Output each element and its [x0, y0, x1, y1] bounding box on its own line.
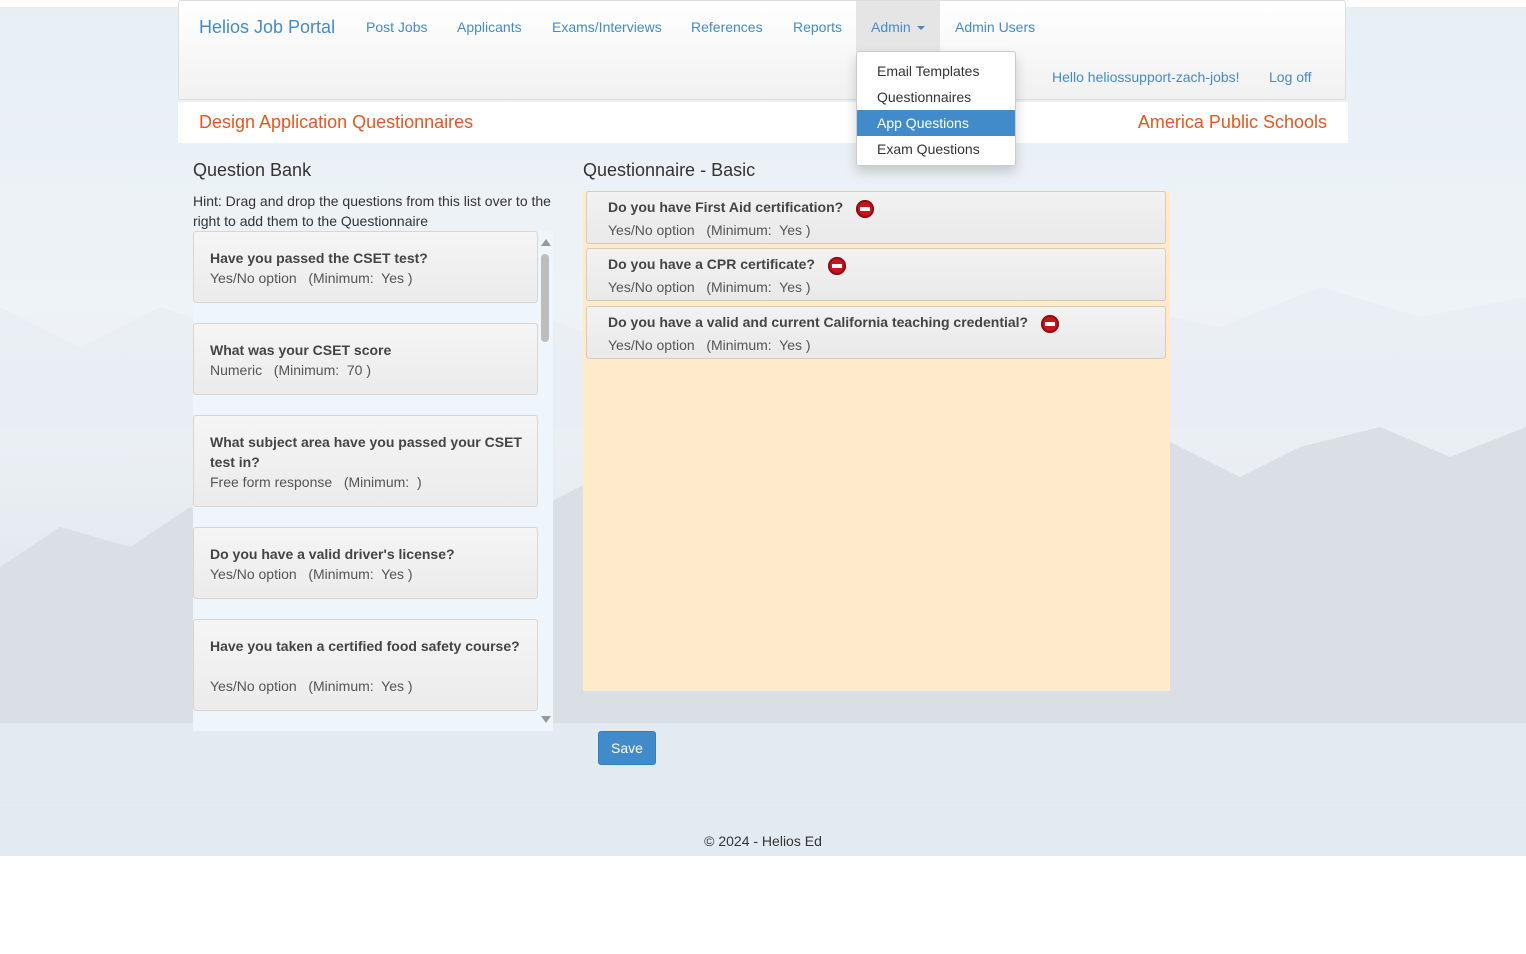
- questionnaire-heading: Questionnaire - Basic: [583, 160, 756, 180]
- question-detail: Yes/No option (Minimum: Yes ): [210, 566, 413, 582]
- page-title: Design Application Questionnaires: [199, 112, 474, 132]
- menu-item-app-questions[interactable]: App Questions: [857, 110, 1015, 136]
- question-text: What subject area have you passed your C…: [210, 434, 522, 470]
- bank-question-card[interactable]: What subject area have you passed your C…: [193, 415, 538, 507]
- logoff-link[interactable]: Log off: [1269, 69, 1312, 85]
- bank-question-card[interactable]: Do you have a valid driver's license? Ye…: [193, 527, 538, 599]
- drag-hint-text: Hint: Drag and drop the questions from t…: [193, 193, 551, 229]
- question-text: Do you have a valid driver's license?: [210, 546, 455, 562]
- question-detail: Yes/No option (Minimum: Yes ): [608, 279, 811, 295]
- question-detail: Yes/No option (Minimum: Yes ): [210, 270, 413, 286]
- page-title-bar: Design Application Questionnaires Americ…: [178, 102, 1348, 143]
- nav-admin-users[interactable]: Admin Users: [955, 19, 1035, 35]
- question-text: What was your CSET score: [210, 342, 392, 358]
- questionnaire-question-card[interactable]: Do you have First Aid certification? Yes…: [586, 191, 1166, 244]
- questionnaire-question-card[interactable]: Do you have a valid and current Californ…: [586, 306, 1166, 359]
- user-greeting-link[interactable]: Hello heliossupport-zach-jobs!: [1052, 69, 1240, 85]
- brand-link[interactable]: Helios Job Portal: [199, 17, 335, 38]
- question-text: Have you passed the CSET test?: [210, 250, 428, 266]
- question-detail: Numeric (Minimum: 70 ): [210, 362, 372, 378]
- scroll-up-arrow-icon[interactable]: [541, 239, 551, 246]
- question-text: Do you have First Aid certification?: [608, 199, 844, 215]
- footer-copyright: © 2024 - Helios Ed: [704, 833, 822, 849]
- school-name: America Public Schools: [1137, 112, 1327, 132]
- question-detail: Yes/No option (Minimum: Yes ): [608, 337, 811, 353]
- menu-item-questionnaires[interactable]: Questionnaires: [857, 84, 1015, 110]
- nav-applicants[interactable]: Applicants: [457, 19, 522, 35]
- footer-divider: [0, 805, 1526, 806]
- save-button[interactable]: Save: [598, 731, 656, 765]
- remove-question-icon[interactable]: [1041, 315, 1059, 333]
- bank-question-card[interactable]: What was your CSET score Numeric (Minimu…: [193, 323, 538, 395]
- nav-admin-dropdown-toggle[interactable]: Admin: [856, 1, 940, 52]
- bank-question-card[interactable]: Have you passed the CSET test? Yes/No op…: [193, 231, 538, 303]
- question-text: Do you have a CPR certificate?: [608, 256, 815, 272]
- nav-reports[interactable]: Reports: [793, 19, 842, 35]
- question-bank-heading: Question Bank: [193, 160, 312, 180]
- question-detail: Yes/No option (Minimum: Yes ): [210, 678, 413, 694]
- nav-admin-label: Admin: [871, 19, 911, 35]
- caret-down-icon: [917, 26, 925, 30]
- question-bank-list[interactable]: Have you passed the CSET test? Yes/No op…: [193, 231, 553, 731]
- admin-dropdown-menu: Email Templates Questionnaires App Quest…: [856, 51, 1016, 166]
- top-navbar: Helios Job Portal Post Jobs Applicants E…: [178, 0, 1346, 100]
- menu-item-exam-questions[interactable]: Exam Questions: [857, 136, 1015, 162]
- remove-question-icon[interactable]: [828, 257, 846, 275]
- question-detail: Free form response (Minimum: ): [210, 474, 422, 490]
- question-detail: Yes/No option (Minimum: Yes ): [608, 222, 811, 238]
- questionnaire-question-card[interactable]: Do you have a CPR certificate? Yes/No op…: [586, 248, 1166, 301]
- scroll-down-arrow-icon[interactable]: [541, 716, 551, 723]
- nav-post-jobs[interactable]: Post Jobs: [366, 19, 427, 35]
- nav-references[interactable]: References: [691, 19, 763, 35]
- bank-question-card[interactable]: Have you taken a certified food safety c…: [193, 619, 538, 711]
- remove-question-icon[interactable]: [856, 200, 874, 218]
- question-text: Have you taken a certified food safety c…: [210, 638, 520, 654]
- scrollbar-thumb[interactable]: [541, 254, 549, 342]
- menu-item-email-templates[interactable]: Email Templates: [857, 58, 1015, 84]
- questionnaire-drop-zone[interactable]: Do you have First Aid certification? Yes…: [583, 191, 1170, 691]
- question-bank-scrollbar[interactable]: [538, 236, 553, 731]
- question-text: Do you have a valid and current Californ…: [608, 314, 1029, 330]
- nav-exams-interviews[interactable]: Exams/Interviews: [552, 19, 662, 35]
